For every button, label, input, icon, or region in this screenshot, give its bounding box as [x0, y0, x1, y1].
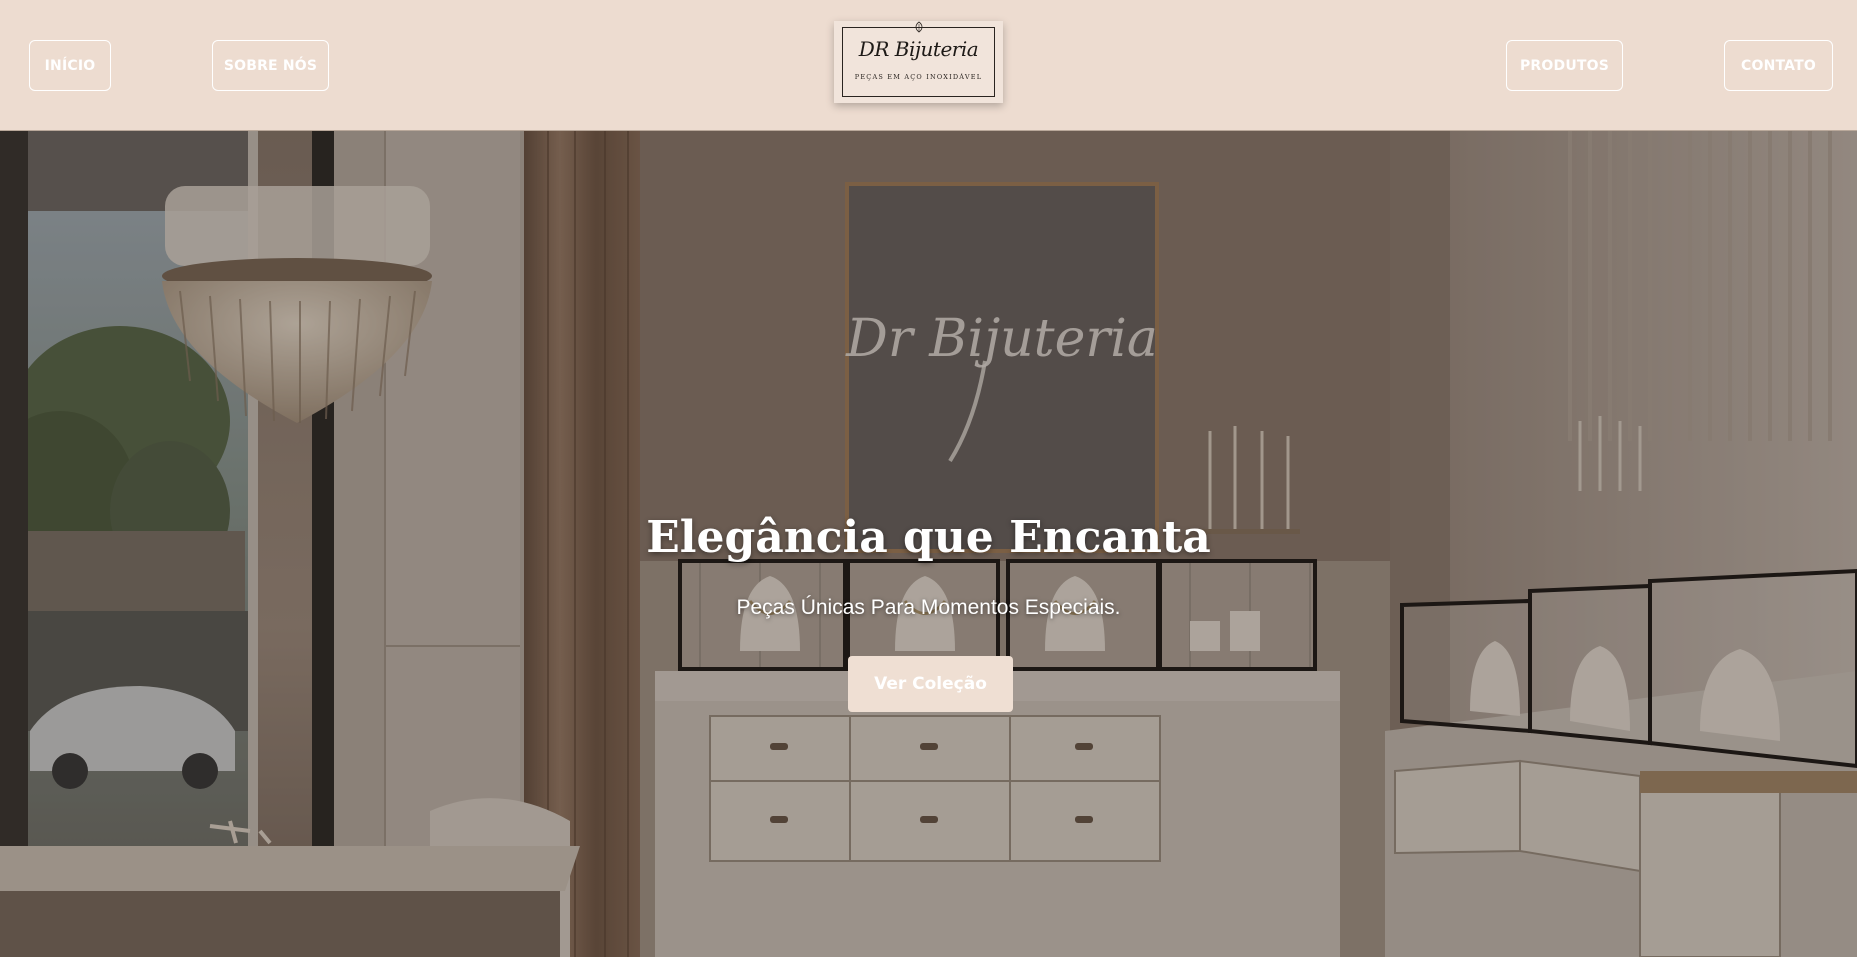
logo-leaf-icon — [915, 21, 923, 33]
site-header: INÍCIO SOBRE NÓS DR Bijuteria PEÇAS EM A… — [0, 0, 1857, 131]
nav-produtos-button[interactable]: PRODUTOS — [1506, 40, 1623, 91]
nav-inicio-button[interactable]: INÍCIO — [29, 40, 111, 91]
logo-wordmark: DR Bijuteria — [858, 37, 979, 61]
logo-tagline: PEÇAS EM AÇO INOXIDÁVEL — [854, 73, 983, 81]
ver-colecao-button[interactable]: Ver Coleção — [848, 656, 1013, 712]
hero-section: Dr Bijuteria Elegância que Encanta Peças… — [0, 131, 1857, 957]
nav-contato-button[interactable]: CONTATO — [1724, 40, 1833, 91]
hero-title: Elegância que Encanta — [646, 512, 1211, 563]
nav-sobre-nos-button[interactable]: SOBRE NÓS — [212, 40, 329, 91]
hero-subtitle: Peças Únicas Para Momentos Especiais. — [736, 596, 1121, 619]
brand-logo[interactable]: DR Bijuteria PEÇAS EM AÇO INOXIDÁVEL — [834, 21, 1003, 103]
